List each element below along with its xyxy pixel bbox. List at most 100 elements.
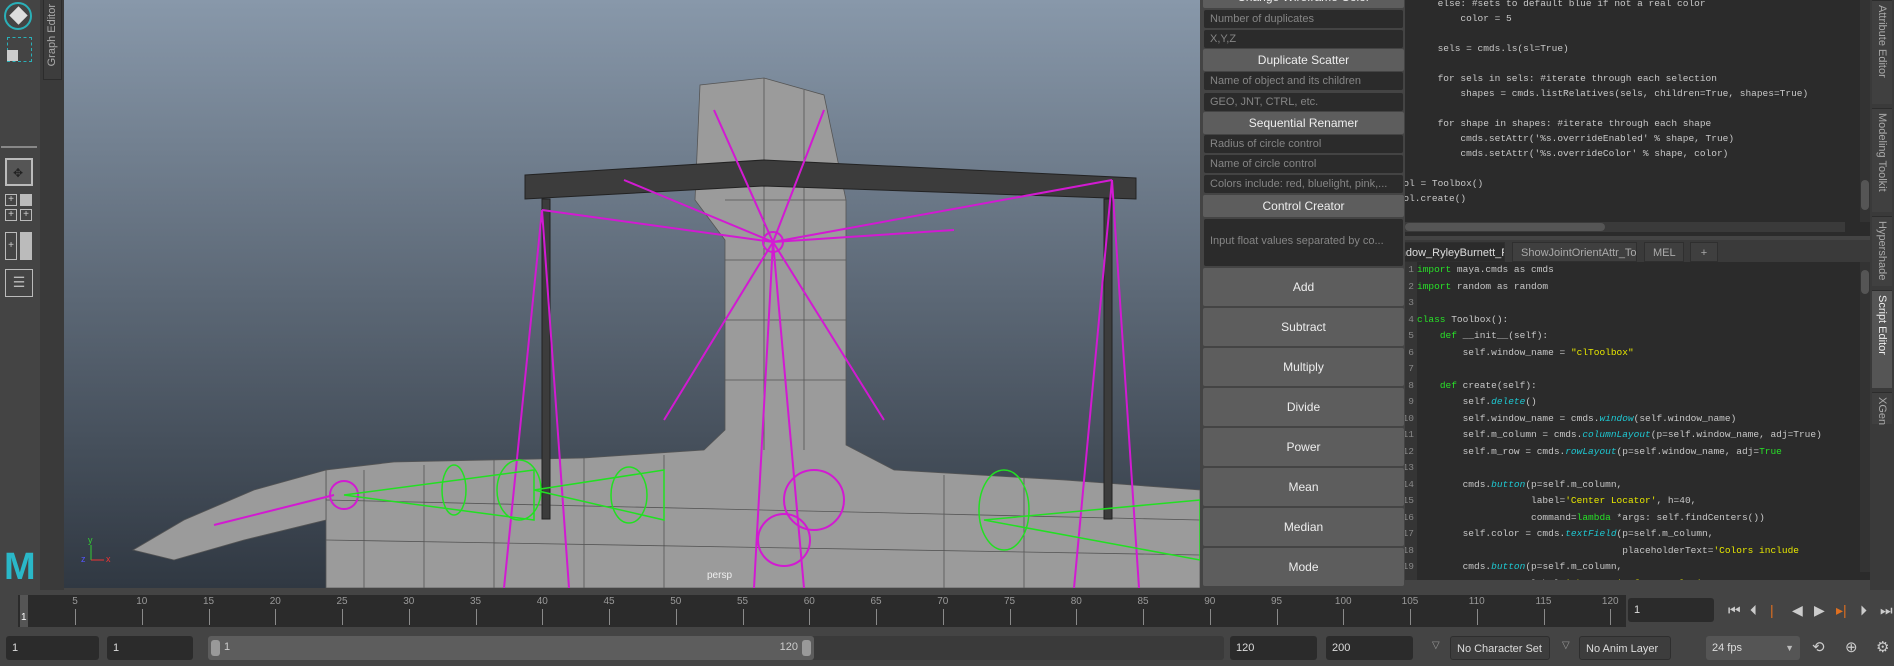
time-slider[interactable]: 1 5 10 15 20 25 30 35 40 45 50 55 60 65 70 75 80 85 90 95 1… [18, 595, 1626, 627]
code-line[interactable]: label='Center Locator', h=40, [1417, 495, 1696, 506]
right-tab-script-editor[interactable]: Script Editor [1872, 290, 1892, 388]
code-line[interactable]: self.m_column = cmds.columnLayout(p=self… [1417, 429, 1822, 440]
history-horizontal-scrollbar[interactable] [1405, 222, 1845, 232]
radius-input[interactable]: Radius of circle control [1204, 135, 1403, 153]
next-key-icon[interactable]: ▸| [1836, 602, 1847, 619]
right-tab-label: Hypershade [1876, 221, 1888, 281]
rotate-tool-icon[interactable] [4, 2, 32, 30]
step-back-key-icon[interactable]: ⏴ [1750, 602, 1757, 619]
sequential-renamer-button[interactable]: Sequential Renamer [1203, 112, 1404, 134]
code-token-fn: delete [1491, 396, 1526, 407]
code-line[interactable]: cmds.button(p=self.m_column, [1417, 479, 1623, 490]
go-to-start-icon[interactable]: ⏮ [1728, 602, 1741, 619]
code-line[interactable]: self.color = cmds.textField(p=self.m_col… [1417, 528, 1714, 539]
timeline-tick-label: 50 [670, 596, 682, 607]
timeline-tick-label: 10 [136, 596, 148, 607]
divide-button[interactable]: Divide [1203, 388, 1404, 426]
timeline-tick [609, 609, 610, 625]
right-tab-modeling-toolkit[interactable]: Modeling Toolkit [1872, 108, 1892, 212]
playback-start-field[interactable]: 1 [107, 636, 193, 660]
code-line[interactable]: import random as random [1417, 281, 1548, 292]
suffix-input[interactable]: GEO, JNT, CTRL, etc. [1204, 93, 1403, 111]
anim-layer-dropdown[interactable]: No Anim Layer [1579, 636, 1671, 660]
current-frame-input[interactable]: 1 [1628, 598, 1714, 622]
script-tab[interactable]: + [1690, 242, 1718, 262]
loop-icon[interactable]: ⟲ [1812, 638, 1825, 656]
mode-button[interactable]: Mode [1203, 548, 1404, 586]
animation-end-field[interactable]: 200 [1326, 636, 1413, 660]
power-button[interactable]: Power [1203, 428, 1404, 466]
range-start-handle[interactable] [211, 640, 220, 656]
timeline-tick [1476, 609, 1478, 625]
add-button[interactable]: Add [1203, 268, 1404, 306]
single-view-layout-icon[interactable]: ✥ [5, 158, 33, 186]
history-vertical-scrollbar[interactable] [1860, 0, 1870, 222]
code-line[interactable]: self.window_name = "clToolbox" [1417, 347, 1634, 358]
code-token-plain: self.m_column = cmds. [1417, 429, 1583, 440]
play-forward-icon[interactable]: ▶ [1814, 602, 1825, 619]
xyz-input[interactable]: X,Y,Z [1204, 30, 1403, 48]
right-tab-label: Modeling Toolkit [1876, 113, 1888, 192]
subtract-button[interactable]: Subtract [1203, 308, 1404, 346]
playback-end-field[interactable]: 120 [1230, 636, 1317, 660]
object-name-input[interactable]: Name of object and its children [1204, 72, 1403, 90]
median-button[interactable]: Median [1203, 508, 1404, 546]
four-view-layout-icon[interactable]: + + + [5, 194, 33, 222]
fps-dropdown[interactable]: 24 fps ▼ [1706, 636, 1800, 660]
code-vertical-scrollbar[interactable] [1860, 262, 1870, 572]
script-tab[interactable]: ShowJointOrientAttr_Tool.py [1512, 242, 1637, 262]
preferences-icon[interactable]: ⚙ [1876, 638, 1889, 656]
viewport-persp[interactable]: persp y x z [64, 0, 1200, 588]
range-end-handle[interactable] [802, 640, 811, 656]
circle-name-input[interactable]: Name of circle control [1204, 155, 1403, 173]
duplicate-scatter-button[interactable]: Duplicate Scatter [1203, 49, 1404, 71]
code-line[interactable]: import maya.cmds as cmds [1417, 264, 1554, 275]
animation-start-field[interactable]: 1 [6, 636, 99, 660]
multiply-button[interactable]: Multiply [1203, 348, 1404, 386]
mean-button[interactable]: Mean [1203, 468, 1404, 506]
timeline-tick [475, 609, 477, 625]
outliner-layout-icon[interactable]: ☰ [5, 269, 33, 297]
graph-editor-tab[interactable]: Graph Editor [43, 0, 62, 80]
code-line[interactable]: self.delete() [1417, 396, 1537, 407]
code-line[interactable]: def __init__(self): [1417, 330, 1548, 341]
code-line[interactable]: placeholderText='Colors include [1417, 545, 1799, 556]
step-back-frame-icon[interactable]: ◀ [1792, 602, 1803, 619]
range-slider-track[interactable]: 1 120 [208, 636, 1224, 660]
color-input[interactable]: Colors include: red, bluelight, pink,... [1204, 175, 1403, 193]
anim-layer-dropdown-icon[interactable]: ▽ [1562, 640, 1570, 651]
code-line[interactable]: command=lambda *args: self.findCenters()… [1417, 512, 1765, 523]
code-line[interactable]: label='Change Wireframe Color' [1417, 578, 1702, 581]
script-tab[interactable]: MEL [1644, 242, 1684, 262]
current-frame-marker[interactable]: 1 [20, 595, 28, 627]
two-view-layout-icon[interactable]: + [5, 232, 33, 260]
code-line[interactable]: self.m_row = cmds.rowLayout(p=self.windo… [1417, 446, 1782, 457]
scene-render[interactable]: persp y x z [64, 0, 1200, 588]
duplicate-count-input[interactable]: Number of duplicates [1204, 10, 1403, 28]
code-token-fn: textField [1565, 528, 1617, 539]
change-wireframe-color-button[interactable]: Change Wireframe Color [1203, 0, 1404, 8]
scale-tool-icon[interactable] [7, 37, 32, 62]
control-creator-button[interactable]: Control Creator [1203, 195, 1404, 217]
go-to-end-icon[interactable]: ⏭ [1880, 602, 1893, 619]
code-token-plain: maya.cmds as cmds [1451, 264, 1554, 275]
step-forward-key-icon[interactable]: ⏵ [1860, 602, 1867, 619]
right-tab-xgen[interactable]: XGen [1872, 392, 1892, 425]
character-set-dropdown-icon[interactable]: ▽ [1432, 640, 1440, 651]
history-line: sels = cmds.ls(sl=True) [1392, 43, 1569, 54]
code-line[interactable]: self.window_name = cmds.window(self.wind… [1417, 412, 1737, 424]
auto-key-icon[interactable]: ⊕ [1845, 638, 1858, 656]
prev-key-icon[interactable]: | [1770, 602, 1774, 618]
code-line[interactable]: cmds.button(p=self.m_column, [1417, 561, 1623, 572]
right-tab-hypershade[interactable]: Hypershade [1872, 216, 1892, 286]
code-line[interactable]: def create(self): [1417, 380, 1537, 391]
range-slider-bar[interactable]: 1 120 [208, 636, 814, 660]
camera-label: persp [707, 570, 732, 581]
code-token-fn: window [1599, 412, 1634, 424]
right-tab-attribute-editor[interactable]: Attribute Editor [1872, 0, 1892, 104]
character-set-dropdown[interactable]: No Character Set [1450, 636, 1550, 660]
float-values-input[interactable]: Input float values separated by co... [1204, 219, 1403, 266]
code-line[interactable]: class Toolbox(): [1417, 314, 1508, 325]
history-line: for sels in sels: #iterate through each … [1392, 73, 1717, 84]
